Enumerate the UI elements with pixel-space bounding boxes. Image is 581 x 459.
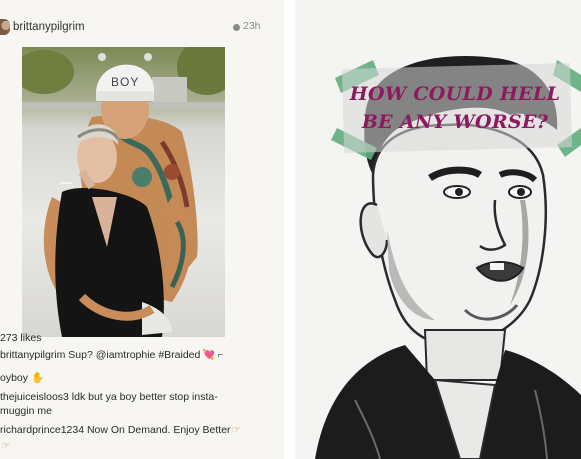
comment-2-continued: muggin me — [0, 405, 52, 417]
gun-icon: ⌐ — [217, 350, 224, 361]
ink-portrait-drawing: HOW COULD HELL BE ANY WORSE? — [295, 0, 581, 459]
caption-username[interactable]: brittanypilgrim — [0, 349, 65, 361]
post-username[interactable]: brittanypilgrim — [13, 21, 85, 33]
comment-text: oyboy — [0, 372, 29, 384]
beanie-text: BOY — [111, 75, 140, 89]
comment-text: richardprince1234 Now On Demand. Enjoy B… — [0, 424, 231, 436]
clap-icon: ✋ — [31, 372, 45, 384]
heart-icon: 💘 — [202, 349, 216, 361]
portrait-quote: HOW COULD HELL BE ANY WORSE? — [335, 80, 575, 136]
post-photo-painting — [22, 47, 225, 337]
clock-icon — [233, 24, 240, 31]
comment-2: thejuiceisloos3 ldk but ya boy better st… — [0, 391, 218, 403]
quote-line-1: HOW COULD HELL — [349, 83, 561, 105]
comment-3: richardprince1234 Now On Demand. Enjoy B… — [0, 425, 241, 436]
post-photo: BOY — [22, 47, 225, 337]
painted-instagram-post: brittanypilgrim 23h BOY 273 likes britta… — [0, 0, 284, 459]
hand-point-icon: ☞ — [231, 424, 241, 436]
quote-line-2: BE ANY WORSE? — [361, 111, 549, 133]
caption-line: brittanypilgrim Sup? @iamtrophie #Braide… — [0, 350, 223, 361]
caption-text: Sup? @iamtrophie #Braided — [65, 349, 201, 361]
post-timestamp: 23h — [243, 20, 261, 32]
post-header: brittanypilgrim 23h — [0, 14, 284, 44]
avatar[interactable] — [0, 19, 10, 35]
comment-1: oyboy ✋ — [0, 373, 44, 384]
hand-point-icon: ☞ — [1, 440, 11, 452]
likes-count[interactable]: 273 likes — [0, 333, 41, 344]
